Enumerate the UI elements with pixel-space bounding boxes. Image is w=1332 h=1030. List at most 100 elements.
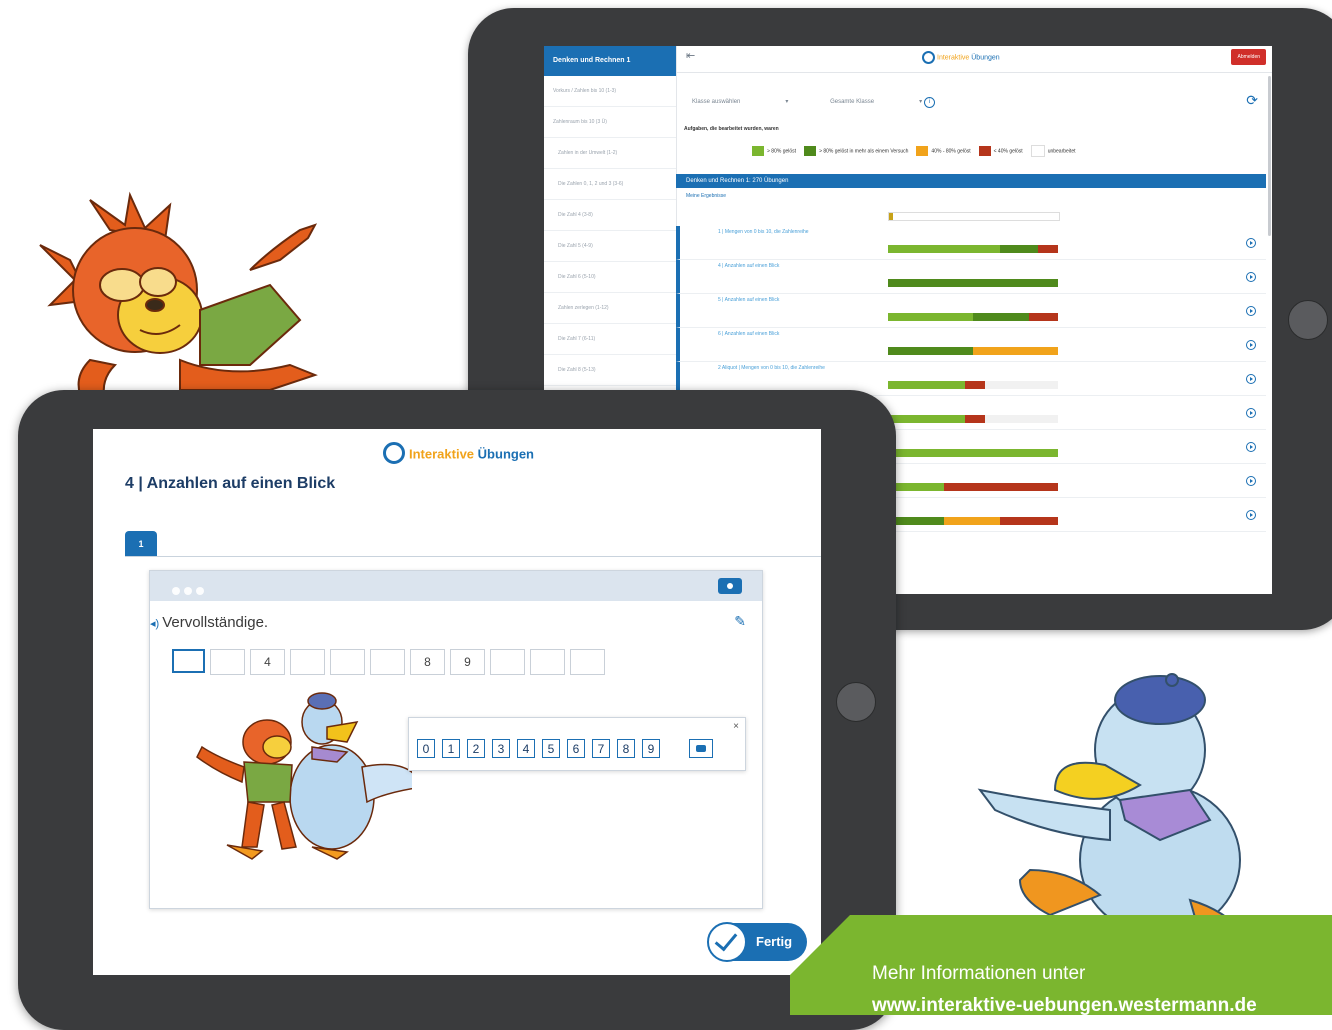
keypad-key[interactable]: 1 <box>442 739 460 758</box>
result-bar-segment <box>888 279 1058 287</box>
number-row: 4 89 <box>172 649 610 675</box>
play-icon[interactable] <box>1246 510 1256 520</box>
result-bar <box>888 245 1058 253</box>
collapse-sidebar-icon[interactable]: ⇤ <box>686 49 695 62</box>
number-box[interactable] <box>290 649 325 675</box>
result-bar <box>888 347 1058 355</box>
info-icon[interactable] <box>718 578 742 594</box>
info-link[interactable]: www.interaktive-uebungen.westermann.de <box>872 995 1257 1015</box>
logo-part1: Interaktive <box>937 54 970 62</box>
number-box[interactable] <box>570 649 605 675</box>
logo-part2: Übungen <box>971 54 1000 62</box>
play-icon[interactable] <box>1246 238 1256 248</box>
backspace-key-icon[interactable] <box>689 739 713 758</box>
exercise-row-label[interactable]: 4 | Anzahlen auf einen Blick <box>718 263 779 269</box>
top-bar: ⇤ Interaktive Übungen Abmelden <box>676 46 1272 73</box>
exercise-row[interactable]: 6 | Anzahlen auf einen Blick <box>676 328 1266 362</box>
speaker-icon[interactable]: ◂) <box>150 618 159 630</box>
keypad-key[interactable]: 2 <box>467 739 485 758</box>
result-bar-segment <box>1000 245 1038 253</box>
result-bar-segment <box>888 483 945 491</box>
logo-part2: Übungen <box>477 446 534 462</box>
scrollbar[interactable] <box>1268 76 1271 236</box>
info-banner: Mehr Informationen unter www.interaktive… <box>790 915 1332 1015</box>
legend-swatch <box>916 146 929 156</box>
instruction-text: Vervollständige. <box>162 614 269 631</box>
result-bar-segment <box>888 517 945 525</box>
result-bar <box>888 279 1058 287</box>
play-icon[interactable] <box>1246 306 1256 316</box>
result-bar <box>888 449 1058 457</box>
keypad-keys: 0123456789 <box>417 739 667 758</box>
close-keypad-icon[interactable]: × <box>733 721 739 732</box>
section-band[interactable]: Denken und Rechnen 1: 270 Übungen <box>676 174 1266 188</box>
play-icon[interactable] <box>1246 272 1256 282</box>
smiley-logo-icon <box>922 51 935 64</box>
keypad-key[interactable]: 0 <box>417 739 435 758</box>
sidebar-item[interactable]: Die Zahl 6 (5-10) <box>544 262 676 293</box>
legend-label: > 80% gelöst in mehr als einem Versuch <box>819 148 909 155</box>
card-header <box>150 571 762 601</box>
sidebar-item[interactable]: Die Zahlen 0, 1, 2 und 3 (3-6) <box>544 169 676 200</box>
sidebar-item[interactable]: Die Zahl 8 (5-13) <box>544 355 676 386</box>
sidebar-item[interactable]: Die Zahl 5 (4-9) <box>544 231 676 262</box>
keypad-key[interactable]: 4 <box>517 739 535 758</box>
number-box[interactable] <box>210 649 245 675</box>
keypad-key[interactable]: 7 <box>592 739 610 758</box>
done-label: Fertig <box>756 934 793 949</box>
keypad-key[interactable]: 8 <box>617 739 635 758</box>
legend-swatch <box>804 146 817 156</box>
sidebar-item[interactable]: Die Zahl 4 (3-8) <box>544 200 676 231</box>
tab-task-1[interactable]: 1 <box>125 531 157 557</box>
exercise-row-label[interactable]: 2 Aliquot | Mengen von 0 bis 10, die Zah… <box>718 365 825 371</box>
legend-swatch <box>1030 145 1045 157</box>
keypad-key[interactable]: 9 <box>642 739 660 758</box>
result-bar-segment <box>964 381 985 389</box>
sidebar-item[interactable]: Die Zahl 7 (6-11) <box>544 324 676 355</box>
class-select-label: Klasse auswählen <box>692 99 741 105</box>
exercise-row-label[interactable]: 5 | Anzahlen auf einen Blick <box>718 297 779 303</box>
number-box[interactable] <box>370 649 405 675</box>
result-bar-segment <box>888 313 973 321</box>
my-results-label: Meine Ergebnisse <box>686 193 727 199</box>
scope-select[interactable]: Gesamte Klasse ▾ <box>830 99 922 105</box>
tablet-home-button[interactable] <box>1288 300 1328 340</box>
number-box[interactable] <box>330 649 365 675</box>
logout-button[interactable]: Abmelden <box>1231 49 1266 65</box>
keypad-key[interactable]: 6 <box>567 739 585 758</box>
keypad-key[interactable]: 5 <box>542 739 560 758</box>
result-bar <box>888 483 1058 491</box>
sidebar-item[interactable]: Zahlen in der Umwelt (1-2) <box>544 138 676 169</box>
exercise-row-label[interactable]: 6 | Anzahlen auf einen Blick <box>718 331 779 337</box>
front-tablet: Interaktive Übungen 4 | Anzahlen auf ein… <box>18 390 896 1030</box>
exercise-row-label[interactable]: 1 | Mengen von 0 bis 10, die Zahlenreihe <box>718 229 809 235</box>
play-icon[interactable] <box>1246 408 1256 418</box>
number-box[interactable] <box>490 649 525 675</box>
play-icon[interactable] <box>1246 374 1256 384</box>
legend: > 80% gelöst > 80% gelöst in mehr als ein… <box>744 145 1076 157</box>
exercise-row[interactable]: 5 | Anzahlen auf einen Blick <box>676 294 1266 328</box>
sidebar-item[interactable]: Zahlen zerlegen (1-12) <box>544 293 676 324</box>
class-select[interactable]: Klasse auswählen ▾ <box>692 99 788 105</box>
sidebar-item[interactable]: Vorkurs / Zahlen bis 10 (1-3) <box>544 76 676 107</box>
sidebar-item[interactable]: Zahlenraum bis 10 (3 Ü) <box>544 107 676 138</box>
exercise-row[interactable]: 1 | Mengen von 0 bis 10, die Zahlenreihe <box>676 226 1266 260</box>
keypad-key[interactable]: 3 <box>492 739 510 758</box>
done-button[interactable]: Fertig <box>707 922 807 962</box>
exercise-row[interactable]: 4 | Anzahlen auf einen Blick <box>676 260 1266 294</box>
tablet-home-button[interactable] <box>836 682 876 722</box>
pen-icon[interactable]: ✎ <box>734 613 746 630</box>
play-icon[interactable] <box>1246 340 1256 350</box>
number-box[interactable] <box>172 649 205 673</box>
result-bar-segment <box>888 449 1058 457</box>
sidebar-title[interactable]: Denken und Rechnen 1 <box>544 46 676 76</box>
number-box[interactable] <box>530 649 565 675</box>
filters: Klasse auswählen ▾ Gesamte Klasse ▾ <box>692 98 962 105</box>
play-icon[interactable] <box>1246 476 1256 486</box>
refresh-icon[interactable]: ⟳ <box>1246 92 1258 109</box>
info-icon[interactable]: i <box>924 97 935 108</box>
legend-swatch <box>752 146 764 156</box>
play-icon[interactable] <box>1246 442 1256 452</box>
info-line-1: Mehr Informationen unter <box>872 963 1086 984</box>
result-bar-segment <box>944 517 1001 525</box>
